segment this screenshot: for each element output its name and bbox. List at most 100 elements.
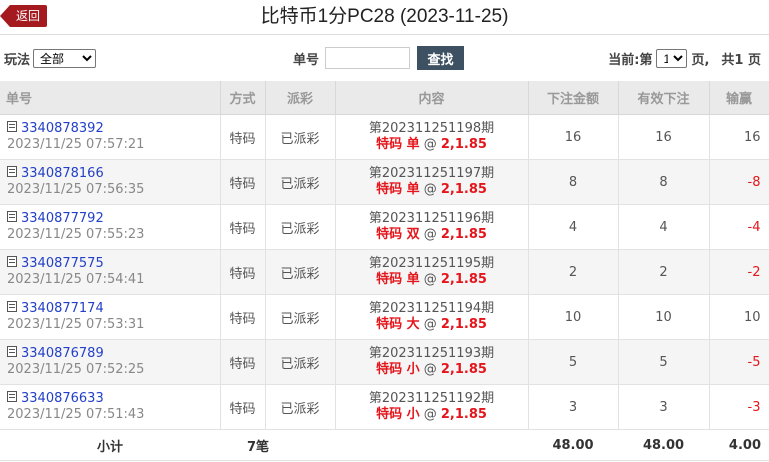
status-cell: 已派彩 bbox=[265, 249, 336, 295]
method-cell: 特码 bbox=[220, 339, 266, 385]
content-cell: 第202311251196期 特码 双 @ 2,1.85 bbox=[335, 204, 529, 250]
col-header-valid: 有效下注 bbox=[618, 81, 710, 115]
order-link[interactable]: 3340876633 bbox=[21, 391, 104, 406]
bet-type: 特码 单 bbox=[376, 137, 420, 152]
col-header-order: 单号 bbox=[0, 81, 221, 115]
bet-time: 2023/11/25 07:57:21 bbox=[7, 137, 145, 152]
bet-odds: 2,1.85 bbox=[440, 182, 487, 197]
page-unit: 页, bbox=[691, 53, 710, 68]
document-icon bbox=[7, 121, 17, 132]
bet-time: 2023/11/25 07:54:41 bbox=[7, 272, 145, 287]
order-link[interactable]: 3340877792 bbox=[21, 211, 104, 226]
table-header: 单号 方式 派彩 内容 下注金额 有效下注 输赢 bbox=[0, 81, 769, 115]
content-cell: 第202311251192期 特码 小 @ 2,1.85 bbox=[335, 384, 529, 430]
table-row: 3340877792 2023/11/25 07:55:23 特码 已派彩 第20… bbox=[0, 204, 769, 250]
back-button[interactable]: 返回 bbox=[0, 5, 48, 27]
method-cell: 特码 bbox=[220, 384, 266, 430]
play-select[interactable]: 全部 bbox=[33, 49, 97, 68]
document-icon bbox=[7, 301, 17, 312]
bet-type: 特码 小 bbox=[376, 362, 420, 377]
bet-time: 2023/11/25 07:55:23 bbox=[7, 227, 145, 242]
order-cell: 3340876633 2023/11/25 07:51:43 bbox=[0, 384, 221, 430]
table-row: 3340878166 2023/11/25 07:56:35 特码 已派彩 第20… bbox=[0, 159, 769, 205]
col-header-winloss: 输赢 bbox=[709, 81, 769, 115]
col-header-method: 方式 bbox=[220, 81, 266, 115]
pagination: 当前:第 1 页, 共1 页 bbox=[608, 49, 761, 68]
table-row: 3340877575 2023/11/25 07:54:41 特码 已派彩 第20… bbox=[0, 249, 769, 295]
bet-time: 2023/11/25 07:56:35 bbox=[7, 182, 145, 197]
table-row: 3340876789 2023/11/25 07:52:25 特码 已派彩 第20… bbox=[0, 339, 769, 385]
bet-type: 特码 小 bbox=[376, 407, 420, 422]
order-input[interactable] bbox=[325, 47, 411, 69]
order-link[interactable]: 3340878392 bbox=[21, 121, 104, 136]
table-row: 3340876633 2023/11/25 07:51:43 特码 已派彩 第20… bbox=[0, 384, 769, 430]
content-cell: 第202311251197期 特码 单 @ 2,1.85 bbox=[335, 159, 529, 205]
issue-number: 第202311251197期 bbox=[368, 166, 495, 181]
play-filter: 玩法 全部 bbox=[4, 49, 97, 68]
order-link[interactable]: 3340878166 bbox=[21, 166, 104, 181]
page-title: 比特币1分PC28 (2023-11-25) bbox=[260, 6, 509, 27]
winloss-cell: 10 bbox=[709, 294, 769, 340]
valid-cell: 16 bbox=[618, 114, 710, 160]
page-select[interactable]: 1 bbox=[656, 49, 688, 68]
order-link[interactable]: 3340876789 bbox=[21, 346, 104, 361]
content-cell: 第202311251193期 特码 小 @ 2,1.85 bbox=[335, 339, 529, 385]
valid-cell: 4 bbox=[618, 204, 710, 250]
bet-odds: 2,1.85 bbox=[440, 272, 487, 287]
amount-cell: 5 bbox=[528, 339, 619, 385]
method-cell: 特码 bbox=[220, 294, 266, 340]
bet-odds: 2,1.85 bbox=[440, 227, 487, 242]
bet-odds: 2,1.85 bbox=[440, 407, 487, 422]
method-cell: 特码 bbox=[220, 249, 266, 295]
order-cell: 3340876789 2023/11/25 07:52:25 bbox=[0, 339, 221, 385]
order-cell: 3340877174 2023/11/25 07:53:31 bbox=[0, 294, 221, 340]
table-row: 3340878392 2023/11/25 07:57:21 特码 已派彩 第20… bbox=[0, 114, 769, 160]
amount-cell: 8 bbox=[528, 159, 619, 205]
summary-amount: 48.00 bbox=[528, 429, 618, 461]
amount-cell: 16 bbox=[528, 114, 619, 160]
content-cell: 第202311251195期 特码 单 @ 2,1.85 bbox=[335, 249, 529, 295]
summary-label: 小计 bbox=[0, 429, 220, 461]
valid-cell: 8 bbox=[618, 159, 710, 205]
summary-winloss: 4.00 bbox=[709, 429, 769, 461]
bet-type: 特码 单 bbox=[376, 272, 420, 287]
status-cell: 已派彩 bbox=[265, 294, 336, 340]
status-cell: 已派彩 bbox=[265, 204, 336, 250]
winloss-cell: -5 bbox=[709, 339, 769, 385]
document-icon bbox=[7, 166, 17, 177]
bet-type: 特码 双 bbox=[376, 227, 420, 242]
summary-valid: 48.00 bbox=[618, 429, 709, 461]
content-cell: 第202311251198期 特码 单 @ 2,1.85 bbox=[335, 114, 529, 160]
amount-cell: 3 bbox=[528, 384, 619, 430]
status-cell: 已派彩 bbox=[265, 339, 336, 385]
valid-cell: 10 bbox=[618, 294, 710, 340]
bet-odds: 2,1.85 bbox=[440, 317, 487, 332]
current-page-label: 当前:第 bbox=[608, 53, 653, 68]
order-link[interactable]: 3340877575 bbox=[21, 256, 104, 271]
method-cell: 特码 bbox=[220, 159, 266, 205]
order-link[interactable]: 3340877174 bbox=[21, 301, 104, 316]
total-pages: 共1 页 bbox=[721, 53, 761, 68]
issue-number: 第202311251194期 bbox=[368, 301, 495, 316]
col-header-status: 派彩 bbox=[265, 81, 336, 115]
method-cell: 特码 bbox=[220, 114, 266, 160]
bet-type: 特码 单 bbox=[376, 182, 420, 197]
winloss-cell: -4 bbox=[709, 204, 769, 250]
document-icon bbox=[7, 256, 17, 267]
status-cell: 已派彩 bbox=[265, 159, 336, 205]
document-icon bbox=[7, 346, 17, 357]
content-cell: 第202311251194期 特码 大 @ 2,1.85 bbox=[335, 294, 529, 340]
bet-time: 2023/11/25 07:51:43 bbox=[7, 407, 145, 422]
issue-number: 第202311251198期 bbox=[368, 121, 495, 136]
amount-cell: 10 bbox=[528, 294, 619, 340]
document-icon bbox=[7, 391, 17, 402]
winloss-cell: 16 bbox=[709, 114, 769, 160]
order-cell: 3340877575 2023/11/25 07:54:41 bbox=[0, 249, 221, 295]
issue-number: 第202311251196期 bbox=[368, 211, 495, 226]
bet-odds: 2,1.85 bbox=[440, 362, 487, 377]
order-cell: 3340878392 2023/11/25 07:57:21 bbox=[0, 114, 221, 160]
document-icon bbox=[7, 211, 17, 222]
header: 返回 比特币1分PC28 (2023-11-25) bbox=[0, 0, 769, 35]
search-button[interactable]: 查找 bbox=[417, 46, 465, 70]
order-cell: 3340878166 2023/11/25 07:56:35 bbox=[0, 159, 221, 205]
